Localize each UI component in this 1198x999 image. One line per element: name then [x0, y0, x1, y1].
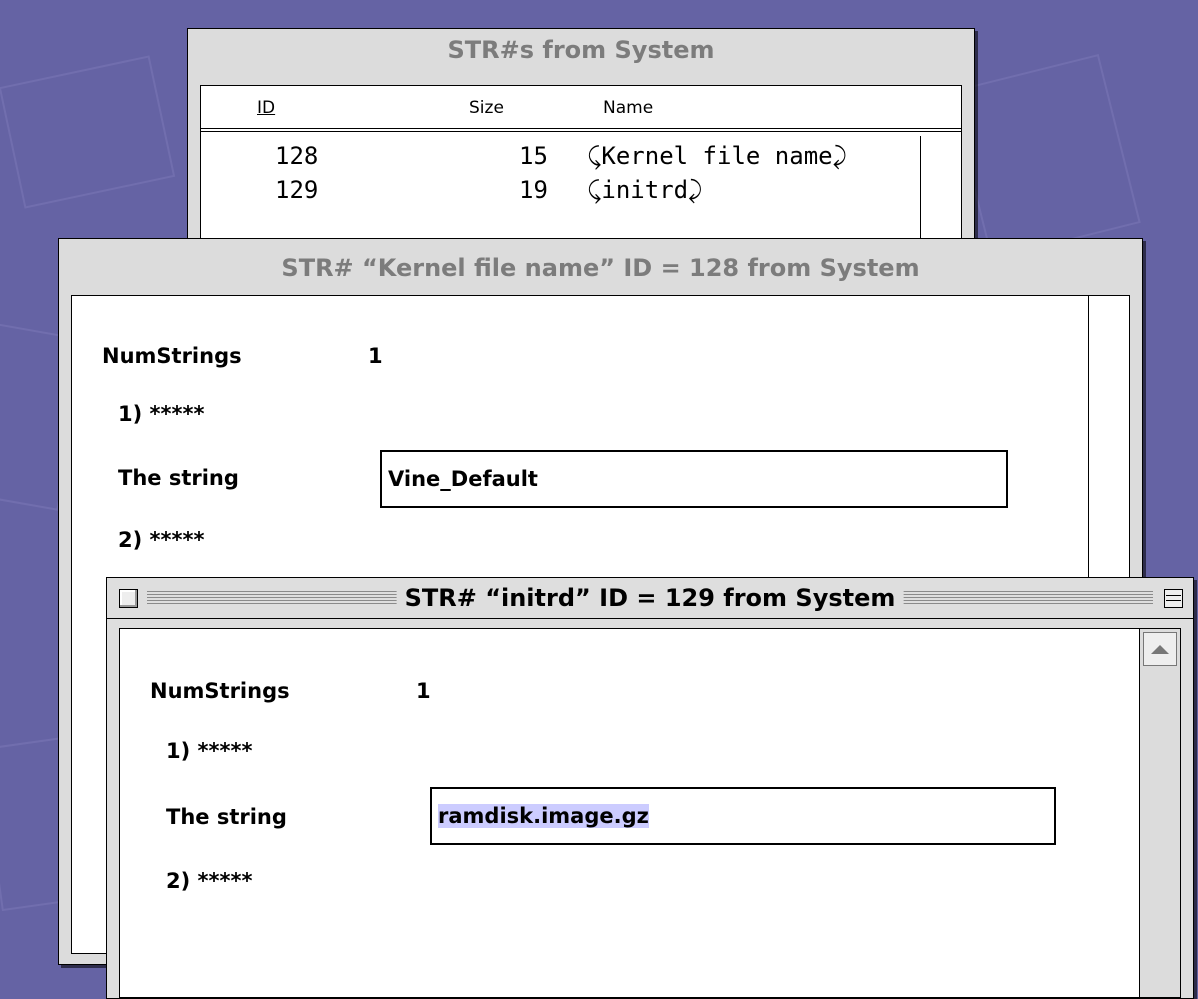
column-header-size[interactable]: Size [469, 98, 504, 118]
row-id: 129 [275, 176, 319, 204]
zoom-box-icon[interactable] [1164, 589, 1183, 608]
num-strings-value: 1 [416, 679, 431, 703]
string-field[interactable]: ramdisk.image.gz [430, 787, 1056, 845]
column-header-row: ID Size Name [201, 86, 961, 132]
window-title: STR# “initrd” ID = 129 from System [396, 584, 904, 612]
row-size: 19 [519, 176, 548, 204]
row-size: 15 [519, 142, 548, 170]
string-value: Vine_Default [388, 467, 538, 491]
scroll-up-arrow-icon [1151, 644, 1169, 654]
scrollbar[interactable] [1139, 629, 1180, 997]
close-box-icon[interactable] [119, 589, 138, 608]
table-row[interactable]: 129 19 ⤹initrd⤸ [201, 176, 907, 206]
editor-content[interactable]: NumStrings 1 1) ***** The string ramdisk… [119, 628, 1181, 998]
title-bar[interactable]: STR# “Kernel file name” ID = 128 from Sy… [59, 239, 1142, 297]
table-row[interactable]: 128 15 ⤹Kernel file name⤸ [201, 142, 907, 172]
column-header-name[interactable]: Name [603, 98, 653, 118]
str-list-window[interactable]: STR#s from System ID Size Name 128 15 ⤹K… [187, 28, 975, 270]
scroll-up-button[interactable] [1143, 632, 1177, 666]
title-bar[interactable]: STR#s from System [188, 29, 974, 71]
item-1-label: 1) ***** [118, 402, 205, 426]
string-label: The string [166, 805, 287, 829]
string-label: The string [118, 466, 239, 490]
string-field[interactable]: Vine_Default [380, 450, 1008, 508]
string-value: ramdisk.image.gz [438, 804, 649, 828]
num-strings-label: NumStrings [102, 344, 242, 368]
row-name: ⤹initrd⤸ [587, 176, 703, 204]
item-2-label: 2) ***** [118, 528, 205, 552]
title-bar[interactable]: STR# “initrd” ID = 129 from System [107, 578, 1193, 619]
num-strings-label: NumStrings [150, 679, 290, 703]
desktop-decoration [949, 53, 1141, 261]
initrd-string-window[interactable]: STR# “initrd” ID = 129 from System NumSt… [106, 577, 1194, 999]
num-strings-value: 1 [368, 344, 383, 368]
item-1-label: 1) ***** [166, 739, 253, 763]
column-header-id[interactable]: ID [257, 98, 275, 118]
window-title: STR#s from System [447, 36, 715, 64]
row-name: ⤹Kernel file name⤸ [587, 142, 847, 170]
row-id: 128 [275, 142, 319, 170]
desktop-decoration [0, 55, 176, 209]
item-2-label: 2) ***** [166, 869, 253, 893]
window-title: STR# “Kernel file name” ID = 128 from Sy… [281, 254, 920, 282]
